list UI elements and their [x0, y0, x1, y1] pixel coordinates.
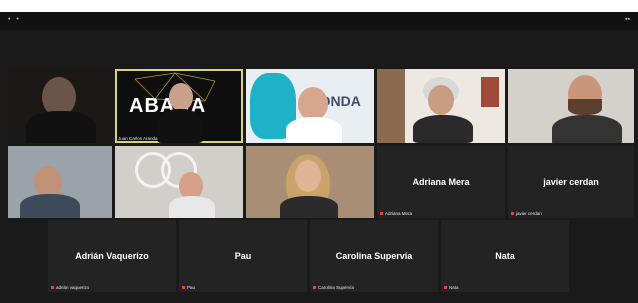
participant-label: Adriana Mera: [385, 211, 413, 216]
participant-tile[interactable]: [8, 69, 112, 143]
participant-tile[interactable]: [377, 69, 505, 143]
mic-muted-icon: [444, 286, 447, 290]
participant-label: adrián vaquerizo: [56, 285, 90, 290]
participant-name: Adrián Vaquerizo: [75, 251, 149, 261]
participant-tile[interactable]: MONDA: [246, 69, 374, 143]
participant-tile[interactable]: [8, 146, 112, 218]
participant-tile-active-speaker[interactable]: ABADA Juan Carlos Aranda: [115, 69, 243, 143]
mic-muted-icon: [380, 212, 383, 216]
participant-tile[interactable]: [508, 69, 634, 143]
participant-tile[interactable]: Nata Nata: [441, 220, 569, 292]
window-titlebar: • • ▪▪: [0, 12, 638, 30]
meeting-window: • • ▪▪ ABADA Juan Carlos Aranda MONDA Ad…: [0, 12, 638, 303]
participant-name: Adriana Mera: [412, 177, 470, 187]
participant-tile[interactable]: Adrián Vaquerizo adrián vaquerizo: [48, 220, 176, 292]
participant-label: Nata: [449, 285, 459, 290]
participant-tile[interactable]: Pau Pau: [179, 220, 307, 292]
participant-tile[interactable]: Carolina Supervía Carolina Supervía: [310, 220, 438, 292]
participant-name: javier cerdan: [543, 177, 599, 187]
participant-tile[interactable]: javier cerdan javier cerdan: [508, 146, 634, 218]
participant-label: Pau: [187, 285, 196, 290]
participant-label: Carolina Supervía: [318, 285, 355, 290]
participant-tile[interactable]: [246, 146, 374, 218]
participant-tile[interactable]: Adriana Mera Adriana Mera: [377, 146, 505, 218]
view-options-icon[interactable]: ▪▪: [625, 16, 630, 23]
participant-name: Pau: [234, 251, 252, 261]
mic-muted-icon: [182, 286, 185, 290]
mic-muted-icon: [51, 286, 54, 290]
participant-label: javier cerdan: [516, 211, 542, 216]
participant-name: Nata: [495, 251, 515, 261]
window-controls[interactable]: • •: [8, 16, 21, 23]
participant-name: Carolina Supervía: [335, 251, 413, 261]
mic-muted-icon: [511, 212, 514, 216]
participant-label: Juan Carlos Aranda: [118, 136, 158, 141]
participant-tile[interactable]: [115, 146, 243, 218]
mic-muted-icon: [313, 286, 316, 290]
